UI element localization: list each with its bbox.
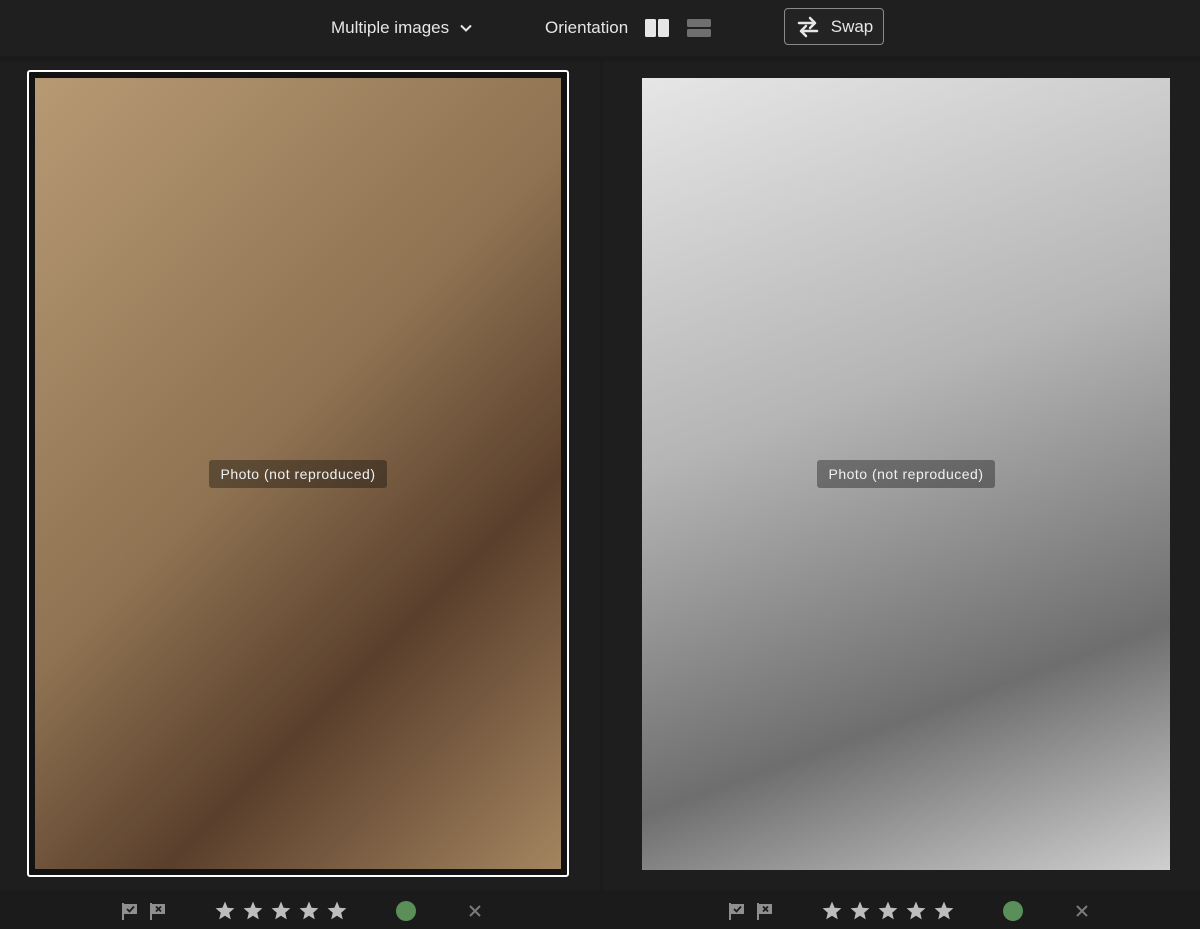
star-icon[interactable]: [242, 900, 264, 922]
left-rating-bar: [120, 895, 482, 927]
stacked-layout-icon: [687, 19, 712, 37]
star-icon[interactable]: [214, 900, 236, 922]
pick-flag-icon[interactable]: [120, 901, 140, 921]
star-icon[interactable]: [326, 900, 348, 922]
compare-toolbar: Multiple images Orientation Swap: [0, 0, 1200, 56]
pick-flag-icon[interactable]: [727, 901, 747, 921]
clear-x-icon[interactable]: [1075, 904, 1089, 918]
side-by-side-layout-icon: [645, 19, 670, 37]
right-photo: Photo (not reproduced): [642, 78, 1170, 870]
compare-mode-dropdown[interactable]: Multiple images: [331, 16, 473, 40]
stacked-layout-button[interactable]: [686, 17, 712, 39]
compare-mode-label: Multiple images: [331, 18, 450, 37]
swap-arrows-icon: [797, 16, 818, 37]
star-icon[interactable]: [298, 900, 320, 922]
swap-button[interactable]: Swap: [784, 8, 884, 45]
color-label-dot[interactable]: [1003, 901, 1023, 921]
side-by-side-layout-button[interactable]: [644, 17, 670, 39]
right-compare-pane[interactable]: Photo (not reproduced): [603, 62, 1200, 890]
right-rating-bar: [727, 895, 1089, 927]
left-compare-pane[interactable]: Photo (not reproduced): [0, 62, 600, 890]
left-photo: Photo (not reproduced): [35, 78, 561, 869]
clear-x-icon[interactable]: [468, 904, 482, 918]
selected-image-frame[interactable]: Photo (not reproduced): [27, 70, 569, 877]
star-icon[interactable]: [270, 900, 292, 922]
color-label-dot[interactable]: [396, 901, 416, 921]
swap-label: Swap: [830, 16, 874, 36]
star-icon[interactable]: [933, 900, 955, 922]
star-icon[interactable]: [821, 900, 843, 922]
reject-flag-icon[interactable]: [755, 901, 775, 921]
orientation-group: Orientation: [545, 16, 712, 40]
right-photo-placeholder-label: Photo (not reproduced): [816, 460, 996, 488]
star-rating[interactable]: [214, 900, 348, 922]
star-icon[interactable]: [877, 900, 899, 922]
star-icon[interactable]: [849, 900, 871, 922]
star-rating[interactable]: [821, 900, 955, 922]
star-icon[interactable]: [905, 900, 927, 922]
left-photo-placeholder-label: Photo (not reproduced): [208, 459, 388, 488]
reject-flag-icon[interactable]: [148, 901, 168, 921]
orientation-label: Orientation: [545, 18, 629, 37]
chevron-down-icon: [460, 24, 472, 32]
